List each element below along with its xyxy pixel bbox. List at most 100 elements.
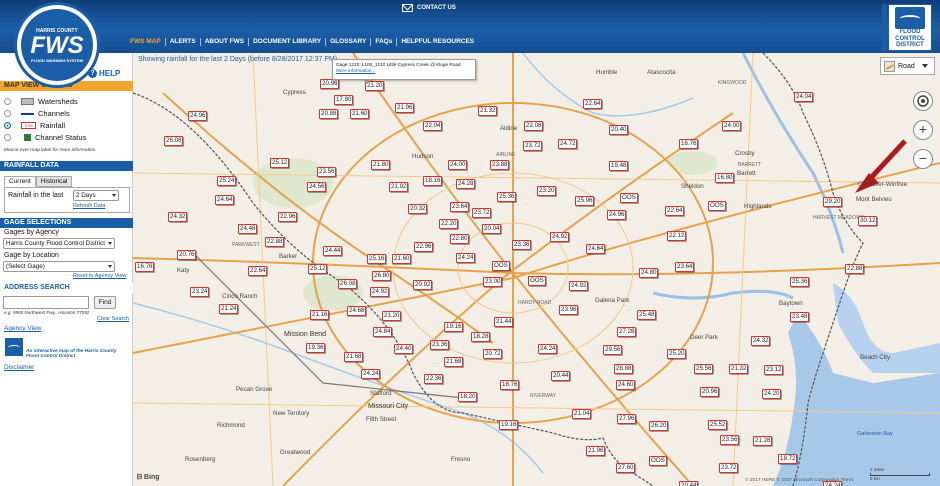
rain-gauge-marker[interactable]: 24.32	[168, 212, 188, 222]
rain-gauge-marker[interactable]: 19.36	[306, 343, 326, 353]
rain-gauge-marker[interactable]: 21.04	[572, 409, 592, 419]
rain-gauge-marker[interactable]: 27.28	[617, 327, 637, 337]
option-watersheds[interactable]: Watersheds	[4, 97, 78, 106]
rain-gauge-marker[interactable]: 23.36	[430, 340, 450, 350]
rain-gauge-marker[interactable]: 21.68	[344, 352, 364, 362]
rain-gauge-marker[interactable]: 29.20	[823, 197, 843, 207]
rain-gauge-marker[interactable]: 20.96	[320, 79, 340, 89]
rain-gauge-marker[interactable]: 26.08	[338, 279, 358, 289]
rain-gauge-marker[interactable]: 23.00	[483, 277, 503, 287]
nav-document-library[interactable]: DOCUMENT LIBRARY	[249, 38, 327, 46]
rain-gauge-marker[interactable]: 24.40	[394, 344, 414, 354]
rainfall-map[interactable]: Showing rainfall for the last 2 Days (be…	[133, 53, 940, 486]
zoom-out-button[interactable]: −	[913, 149, 933, 169]
rain-gauge-marker[interactable]: 24.04	[794, 92, 814, 102]
rain-gauge-marker[interactable]: 24.92	[550, 232, 570, 242]
rain-gauge-marker[interactable]: 27.60	[616, 463, 636, 473]
rain-gauge-marker[interactable]: 22.96	[414, 242, 434, 252]
rain-gauge-marker[interactable]: 19.16	[444, 322, 464, 332]
rain-gauge-marker[interactable]: 18.20	[458, 392, 478, 402]
rain-gauge-marker[interactable]: 25.96	[575, 196, 595, 206]
rainfall-radio[interactable]	[4, 122, 11, 129]
rain-gauge-marker[interactable]: 22.36	[424, 374, 444, 384]
rain-gauge-marker[interactable]: 22.64	[583, 99, 603, 109]
rain-gauge-marker[interactable]: 26.80	[372, 271, 392, 281]
clear-search-link[interactable]: Clear Search	[97, 316, 129, 322]
locate-me-button[interactable]	[913, 91, 933, 111]
rain-gauge-marker[interactable]: 25.48	[637, 310, 657, 320]
rain-gauge-marker[interactable]: 22.88	[845, 264, 865, 274]
rain-gauge-marker[interactable]: 24.00	[722, 121, 742, 131]
rain-gauge-marker[interactable]: 26.20	[649, 421, 669, 431]
help-link[interactable]: ? HELP	[88, 69, 120, 78]
rain-gauge-marker[interactable]: 18.16	[423, 176, 443, 186]
rain-gauge-marker[interactable]: 25.12	[270, 158, 290, 168]
gauge-out-of-service[interactable]: OOS	[492, 261, 510, 271]
rain-gauge-marker[interactable]: 24.80	[639, 268, 659, 278]
zoom-in-button[interactable]: +	[913, 120, 933, 140]
gauge-out-of-service[interactable]: OOS	[649, 456, 667, 466]
rain-gauge-marker[interactable]: 24.24	[361, 369, 381, 379]
contact-us-link[interactable]: CONTACT US	[402, 4, 456, 12]
rain-gauge-marker[interactable]: 23.20	[537, 186, 557, 196]
rain-gauge-marker[interactable]: 25.36	[497, 192, 517, 202]
rain-gauge-marker[interactable]: 24.32	[751, 336, 771, 346]
nav-about-fws[interactable]: ABOUT FWS	[201, 38, 250, 46]
rain-gauge-marker[interactable]: 21.60	[392, 254, 412, 264]
rain-gauge-marker[interactable]: 16.76	[679, 139, 699, 149]
rain-gauge-marker[interactable]: 20.44	[551, 371, 571, 381]
rain-gauge-marker[interactable]: 23.64	[675, 262, 695, 272]
refresh-data-link[interactable]: Refresh Data	[73, 203, 105, 209]
rain-gauge-marker[interactable]: 22.12	[667, 231, 687, 241]
rain-gauge-marker[interactable]: 21.16	[310, 310, 330, 320]
option-channels[interactable]: Channels	[4, 109, 70, 118]
rain-gauge-marker[interactable]: 23.72	[719, 463, 739, 473]
rain-gauge-marker[interactable]: 20.44	[679, 481, 699, 486]
rain-gauge-marker[interactable]: 28.88	[614, 364, 634, 374]
nav-alerts[interactable]: ALERTS	[166, 38, 201, 46]
rain-gauge-marker[interactable]: 22.08	[524, 121, 544, 131]
rain-gauge-marker[interactable]: 16.76	[135, 262, 155, 272]
disclaimer-link[interactable]: Disclaimer	[4, 364, 34, 371]
rain-gauge-marker[interactable]: 20.96	[700, 387, 720, 397]
gage-popup[interactable]: Gage 1210: L100_1210 Little Cypress Cree…	[332, 59, 476, 84]
nav-glossary[interactable]: GLOSSARY	[326, 38, 372, 46]
rain-gauge-marker[interactable]: 23.56	[317, 167, 337, 177]
location-select[interactable]: (Select Gage)	[3, 261, 115, 272]
channels-radio[interactable]	[4, 110, 11, 117]
rain-gauge-marker[interactable]: 22.64	[665, 206, 685, 216]
rain-gauge-marker[interactable]: 21.24	[219, 304, 239, 314]
rain-gauge-marker[interactable]: 24.48	[238, 224, 258, 234]
hcfcd-small-logo[interactable]	[4, 337, 24, 357]
agency-select[interactable]: Harris County Flood Control District	[3, 238, 115, 249]
rain-gauge-marker[interactable]: 23.96	[559, 305, 579, 315]
agency-view-link[interactable]: Agency View	[4, 325, 41, 332]
rain-gauge-marker[interactable]: 24.28	[456, 179, 476, 189]
gauge-out-of-service[interactable]: OOS	[708, 201, 726, 211]
rain-gauge-marker[interactable]: 20.88	[319, 109, 339, 119]
rain-gauge-marker[interactable]: 21.44	[494, 317, 514, 327]
rain-gauge-marker[interactable]: 24.64	[586, 244, 606, 254]
rain-gauge-marker[interactable]: 24.64	[215, 195, 235, 205]
rain-gauge-marker[interactable]: 24.20	[762, 389, 782, 399]
nav-fws-map[interactable]: FWS MAP	[126, 38, 166, 46]
rain-gauge-marker[interactable]: 24.92	[569, 281, 589, 291]
channel-status-radio[interactable]	[4, 134, 11, 141]
rain-gauge-marker[interactable]: 20.92	[413, 280, 433, 290]
rain-gauge-marker[interactable]: 22.80	[450, 234, 470, 244]
rain-gauge-marker[interactable]: 22.20	[439, 219, 459, 229]
rain-gauge-marker[interactable]: 24.24	[456, 253, 476, 263]
rain-gauge-marker[interactable]: 23.48	[790, 312, 810, 322]
option-channel-status[interactable]: Channel Status	[4, 133, 86, 142]
rain-gauge-marker[interactable]: 24.44	[323, 246, 343, 256]
rain-gauge-marker[interactable]: 18.28	[471, 332, 491, 342]
rain-gauge-marker[interactable]: 26.08	[164, 136, 184, 146]
rain-gauge-marker[interactable]: 21.92	[389, 182, 409, 192]
rain-gauge-marker[interactable]: 18.76	[500, 380, 520, 390]
rain-gauge-marker[interactable]: 25.24	[217, 176, 237, 186]
rain-gauge-marker[interactable]: 24.24	[538, 344, 558, 354]
rain-gauge-marker[interactable]: 25.20	[667, 349, 687, 359]
rain-gauge-marker[interactable]: 21.28	[753, 436, 773, 446]
rain-gauge-marker[interactable]: 16.80	[715, 173, 735, 183]
rain-gauge-marker[interactable]: 25.12	[308, 264, 328, 274]
